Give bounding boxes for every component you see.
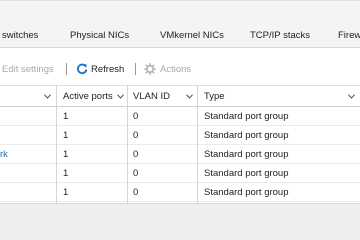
- active-ports-value: 1: [63, 187, 69, 198]
- chevron-down-icon[interactable]: [186, 94, 193, 99]
- refresh-icon[interactable]: [76, 63, 88, 75]
- column-header-active-ports[interactable]: Active ports: [63, 91, 113, 102]
- type-value: Standard port group: [204, 111, 289, 122]
- active-ports-value: 1: [63, 111, 69, 122]
- active-ports-value: 1: [63, 149, 69, 160]
- toolbar-separator: [66, 63, 67, 75]
- active-ports-value: 1: [63, 168, 69, 179]
- gear-icon: [144, 63, 156, 75]
- table-row[interactable]: 1 0 Standard port group: [0, 107, 360, 126]
- tab-firewall[interactable]: Firew: [338, 30, 360, 41]
- type-value: Standard port group: [204, 187, 289, 198]
- vlan-id-value: 0: [133, 149, 139, 160]
- table-row[interactable]: 1 0 Standard port group: [0, 183, 360, 202]
- vlan-id-value: 0: [133, 187, 139, 198]
- tab-virtual-switches[interactable]: switches: [2, 30, 38, 41]
- table-header: Active ports VLAN ID Type: [0, 85, 360, 107]
- type-value: Standard port group: [204, 168, 289, 179]
- column-header-vlan-id[interactable]: VLAN ID: [133, 91, 170, 102]
- vlan-id-value: 0: [133, 168, 139, 179]
- table-row[interactable]: rk 1 0 Standard port group: [0, 145, 360, 164]
- edit-settings-button[interactable]: Edit settings: [2, 64, 54, 75]
- chevron-down-icon[interactable]: [44, 94, 51, 99]
- divider: [0, 0, 360, 1]
- refresh-button[interactable]: Refresh: [91, 64, 124, 75]
- column-divider[interactable]: [56, 85, 57, 203]
- toolbar-separator: [135, 63, 136, 75]
- column-header-type[interactable]: Type: [204, 91, 225, 102]
- type-value: Standard port group: [204, 149, 289, 160]
- tab-bar: switches Physical NICs VMkernel NICs TCP…: [0, 0, 360, 48]
- chevron-down-icon[interactable]: [348, 94, 355, 99]
- table-row[interactable]: 1 0 Standard port group: [0, 164, 360, 183]
- type-value: Standard port group: [204, 130, 289, 141]
- chevron-down-icon[interactable]: [117, 94, 124, 99]
- vlan-id-value: 0: [133, 130, 139, 141]
- column-divider[interactable]: [197, 85, 198, 203]
- vlan-id-value: 0: [133, 111, 139, 122]
- tab-tcpip-stacks[interactable]: TCP/IP stacks: [250, 30, 310, 41]
- actions-button[interactable]: Actions: [160, 64, 191, 75]
- toolbar: Edit settings Refresh Actions: [0, 56, 360, 82]
- table-row[interactable]: 1 0 Standard port group: [0, 126, 360, 145]
- active-ports-value: 1: [63, 130, 69, 141]
- column-divider[interactable]: [127, 85, 128, 203]
- table-footer: [0, 203, 360, 240]
- tab-physical-nics[interactable]: Physical NICs: [70, 30, 129, 41]
- port-group-name[interactable]: rk: [0, 149, 8, 160]
- tab-vmkernel-nics[interactable]: VMkernel NICs: [160, 30, 224, 41]
